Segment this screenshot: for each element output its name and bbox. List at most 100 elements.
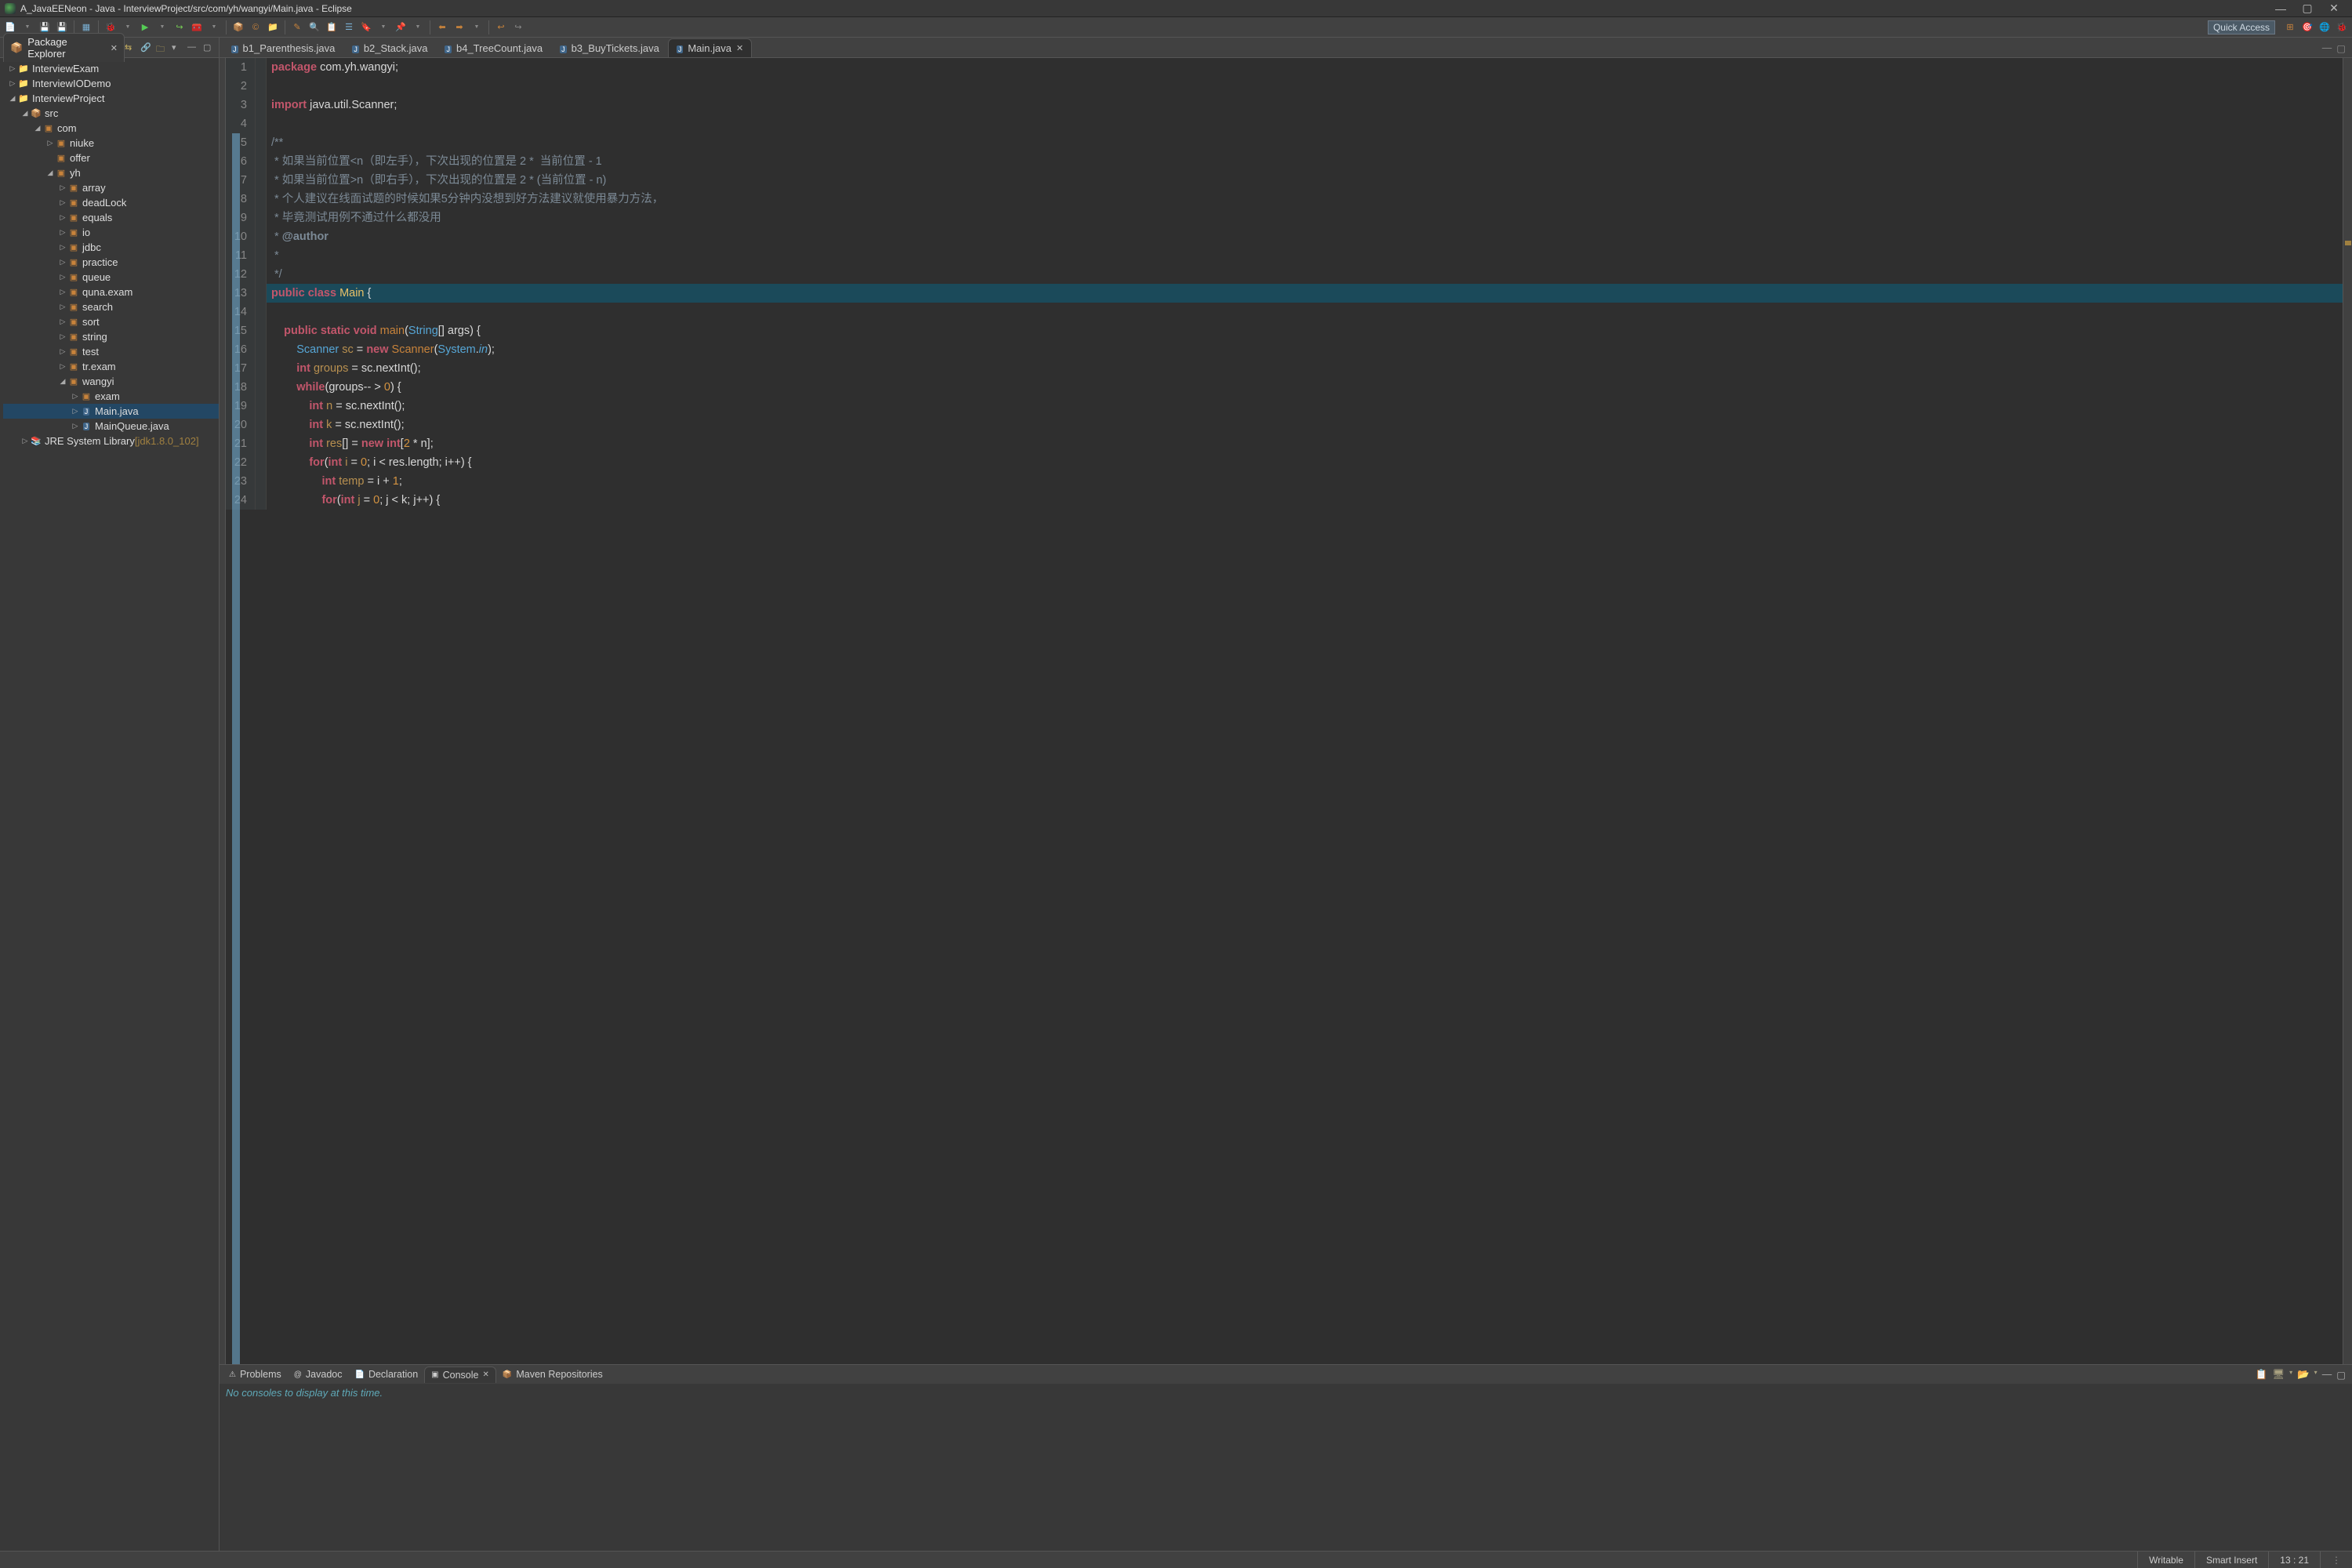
tree-item-jre-system-library[interactable]: ▷JRE System Library [jdk1.8.0_102] <box>3 434 219 448</box>
run-button[interactable]: ▶ <box>138 20 152 34</box>
chevron-right-icon[interactable]: ▷ <box>8 79 17 88</box>
tree-item-niuke[interactable]: ▷niuke <box>3 136 219 151</box>
close-icon[interactable]: ✕ <box>736 43 743 53</box>
code-line[interactable]: 9 * 毕竟测试用例不通过什么都没用 <box>226 209 2343 227</box>
dropdown-icon[interactable]: ▼ <box>207 20 221 34</box>
editor-tab-main-java[interactable]: Main.java✕ <box>668 38 752 57</box>
editor-tab-b1-parenthesis-java[interactable]: b1_Parenthesis.java <box>223 38 343 57</box>
code-text[interactable]: * 个人建议在线面试题的时候如果5分钟内没想到好方法建议就使用暴力方法， <box>267 190 663 209</box>
code-line[interactable]: 22 for(int i = 0; i < res.length; i++) { <box>226 453 2343 472</box>
tree-item-jdbc[interactable]: ▷jdbc <box>3 240 219 255</box>
tree-item-interviewproject[interactable]: ◢InterviewProject <box>3 91 219 106</box>
collapse-all-icon[interactable]: ⇆ <box>125 42 136 53</box>
chevron-right-icon[interactable]: ▷ <box>45 139 55 147</box>
tree-item-queue[interactable]: ▷queue <box>3 270 219 285</box>
code-text[interactable]: int k = sc.nextInt(); <box>267 416 405 434</box>
code-text[interactable]: * 毕竟测试用例不通过什么都没用 <box>267 209 441 227</box>
folding-gutter[interactable] <box>256 133 267 152</box>
open-type-button[interactable]: ✎ <box>290 20 304 34</box>
chevron-right-icon[interactable]: ▷ <box>58 243 67 252</box>
chevron-right-icon[interactable]: ▷ <box>58 347 67 356</box>
code-line[interactable]: 12 */ <box>226 265 2343 284</box>
outline-button[interactable]: ☰ <box>342 20 356 34</box>
folding-gutter[interactable] <box>256 152 267 171</box>
code-text[interactable]: for(int i = 0; i < res.length; i++) { <box>267 453 472 472</box>
code-line[interactable]: 1package com.yh.wangyi; <box>226 58 2343 77</box>
chevron-right-icon[interactable]: ▷ <box>58 332 67 341</box>
tree-item-deadlock[interactable]: ▷deadLock <box>3 195 219 210</box>
quick-access-input[interactable]: Quick Access <box>2208 20 2275 34</box>
open-perspective-button[interactable]: ⊞ <box>2283 20 2297 34</box>
code-text[interactable]: int res[] = new int[2 * n]; <box>267 434 434 453</box>
code-text[interactable] <box>267 303 271 321</box>
maximize-bottom-icon[interactable]: ▢ <box>2336 1369 2346 1381</box>
code-line[interactable]: 13public class Main { <box>226 284 2343 303</box>
code-text[interactable]: int n = sc.nextInt(); <box>267 397 405 416</box>
code-text[interactable]: */ <box>267 265 282 284</box>
chevron-right-icon[interactable]: ▷ <box>58 213 67 222</box>
view-menu-icon[interactable]: ▾ <box>172 42 183 53</box>
tree-item-src[interactable]: ◢src <box>3 106 219 121</box>
tree-item-com[interactable]: ◢com <box>3 121 219 136</box>
focus-icon[interactable]: 🗀 <box>156 42 167 53</box>
chevron-down-icon[interactable]: ◢ <box>8 94 17 103</box>
link-editor-icon[interactable]: 🔗 <box>140 42 151 53</box>
code-line[interactable]: 20 int k = sc.nextInt(); <box>226 416 2343 434</box>
maximize-editor-icon[interactable]: ▢ <box>2336 42 2346 54</box>
maximize-view-icon[interactable]: ▢ <box>203 42 214 53</box>
chevron-right-icon[interactable]: ▷ <box>20 437 30 445</box>
code-line[interactable]: 19 int n = sc.nextInt(); <box>226 397 2343 416</box>
debug-button[interactable]: 🐞 <box>103 20 118 34</box>
status-menu-icon[interactable]: ⋮ <box>2320 1552 2352 1568</box>
pin-button[interactable]: 📌 <box>394 20 408 34</box>
nav-back-button[interactable]: ↩ <box>494 20 508 34</box>
folding-gutter[interactable] <box>256 303 267 321</box>
console-display-icon[interactable]: 🖥 <box>2272 1369 2285 1381</box>
code-text[interactable] <box>267 77 271 96</box>
dropdown-icon[interactable]: ▼ <box>411 20 425 34</box>
code-text[interactable]: while(groups-- > 0) { <box>267 378 401 397</box>
tree-item-wangyi[interactable]: ◢wangyi <box>3 374 219 389</box>
tree-item-string[interactable]: ▷string <box>3 329 219 344</box>
package-tree[interactable]: ▷InterviewExam▷InterviewIODemo◢Interview… <box>0 58 219 1551</box>
chevron-down-icon[interactable]: ◢ <box>58 377 67 386</box>
code-line[interactable]: 10 * @author <box>226 227 2343 246</box>
code-line[interactable]: 21 int res[] = new int[2 * n]; <box>226 434 2343 453</box>
tool-icon[interactable]: ▦ <box>79 20 93 34</box>
code-line[interactable]: 16 Scanner sc = new Scanner(System.in); <box>226 340 2343 359</box>
minimize-button[interactable]: — <box>2267 2 2294 15</box>
minimize-editor-icon[interactable]: — <box>2322 42 2332 54</box>
chevron-down-icon[interactable]: ◢ <box>45 169 55 177</box>
close-window-button[interactable]: ✕ <box>2321 2 2347 15</box>
code-line[interactable]: 11 * <box>226 246 2343 265</box>
code-text[interactable]: public static void main(String[] args) { <box>267 321 481 340</box>
chevron-right-icon[interactable]: ▷ <box>58 198 67 207</box>
folding-gutter[interactable] <box>256 472 267 491</box>
folding-gutter[interactable] <box>256 77 267 96</box>
code-line[interactable]: 8 * 个人建议在线面试题的时候如果5分钟内没想到好方法建议就使用暴力方法， <box>226 190 2343 209</box>
new-button[interactable]: 📄 <box>3 20 17 34</box>
code-text[interactable]: * @author <box>267 227 328 246</box>
console-dropdown-icon[interactable]: ▾ <box>2289 1369 2292 1381</box>
forward-button[interactable]: ➡ <box>452 20 466 34</box>
console-dropdown-icon[interactable]: ▾ <box>2314 1369 2318 1381</box>
chevron-right-icon[interactable]: ▷ <box>8 64 17 73</box>
code-text[interactable]: * <box>267 246 279 265</box>
console-pin-icon[interactable]: 📋 <box>2256 1369 2268 1381</box>
code-text[interactable] <box>267 114 271 133</box>
chevron-right-icon[interactable]: ▷ <box>58 318 67 326</box>
tree-item-sort[interactable]: ▷sort <box>3 314 219 329</box>
code-text[interactable]: import java.util.Scanner; <box>267 96 397 114</box>
code-text[interactable]: int groups = sc.nextInt(); <box>267 359 421 378</box>
code-editor[interactable]: 1package com.yh.wangyi;23import java.uti… <box>220 58 2352 1364</box>
search-button[interactable]: 🔍 <box>307 20 321 34</box>
code-line[interactable]: 7 * 如果当前位置>n（即右手），下次出现的位置是 2 * (当前位置 - n… <box>226 171 2343 190</box>
code-text[interactable]: package com.yh.wangyi; <box>267 58 398 77</box>
nav-forward-button[interactable]: ↪ <box>511 20 525 34</box>
code-text[interactable]: public class Main { <box>267 284 371 303</box>
folding-gutter[interactable] <box>256 321 267 340</box>
code-line[interactable]: 2 <box>226 77 2343 96</box>
bottom-tab-console[interactable]: ▣Console✕ <box>424 1367 496 1383</box>
minimize-view-icon[interactable]: — <box>187 42 198 53</box>
new-package-button[interactable]: 📦 <box>231 20 245 34</box>
